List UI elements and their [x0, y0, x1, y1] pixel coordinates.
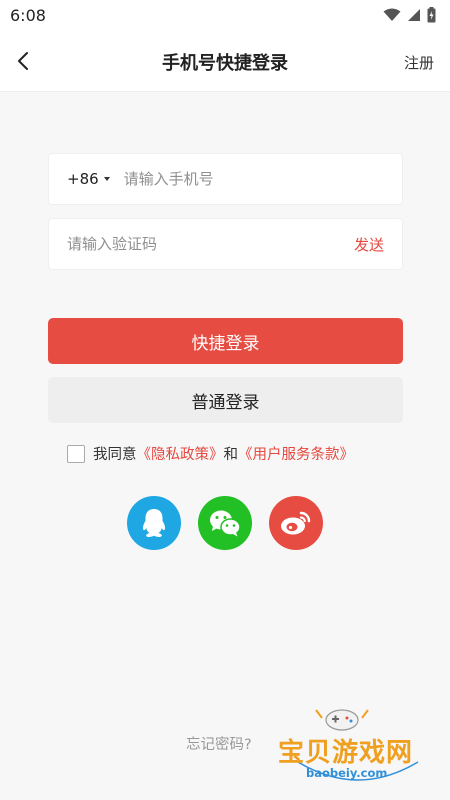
- normal-login-button[interactable]: 普通登录: [48, 377, 403, 423]
- weibo-login-button[interactable]: [269, 496, 323, 550]
- wifi-icon: [383, 8, 401, 21]
- qq-icon: [142, 509, 166, 538]
- phone-input[interactable]: [123, 154, 402, 204]
- page-title: 手机号快捷登录: [162, 53, 288, 74]
- battery-icon: [427, 7, 436, 23]
- send-code-button[interactable]: 发送: [354, 234, 402, 255]
- status-bar: 6:08: [0, 0, 450, 30]
- register-link[interactable]: 注册: [404, 52, 434, 73]
- watermark: 宝贝游戏网 baobeiy.com: [278, 702, 438, 792]
- qq-login-button[interactable]: [127, 496, 181, 550]
- verification-code-field: 发送: [48, 218, 403, 270]
- quick-login-button[interactable]: 快捷登录: [48, 318, 403, 364]
- privacy-policy-link[interactable]: 《隐私政策》: [137, 443, 224, 464]
- weibo-icon: [281, 511, 311, 535]
- watermark-url: baobeiy.com: [306, 766, 388, 780]
- status-time: 6:08: [10, 5, 46, 25]
- app-header: 手机号快捷登录 注册: [0, 30, 450, 92]
- watermark-text: 宝贝游戏网: [278, 738, 414, 768]
- agreement-joiner: 和: [223, 447, 239, 463]
- country-code-label: +86: [67, 170, 99, 188]
- login-screen: 6:08 手机号快捷登录 注册 +86 请输入手机号 请输入验证码 发送 快捷登…: [0, 0, 450, 800]
- agreement-checkbox[interactable]: [67, 444, 85, 463]
- phone-field: +86: [48, 153, 403, 205]
- social-login-row: [127, 496, 323, 550]
- verification-code-input[interactable]: [49, 219, 354, 269]
- agreement-row: 我同意 《隐私政策》 和 《用户服务条款》: [67, 443, 354, 464]
- country-code-selector[interactable]: +86: [49, 170, 124, 188]
- forgot-password-link[interactable]: 忘记密码?: [186, 733, 252, 754]
- cellular-signal-icon: [408, 9, 420, 21]
- wechat-icon: [210, 510, 241, 537]
- terms-of-service-link[interactable]: 《用户服务条款》: [238, 443, 354, 464]
- agreement-prefix: 我同意: [93, 447, 137, 463]
- wechat-login-button[interactable]: [198, 496, 252, 550]
- caret-down-icon: [103, 177, 110, 181]
- status-icons: [383, 7, 436, 23]
